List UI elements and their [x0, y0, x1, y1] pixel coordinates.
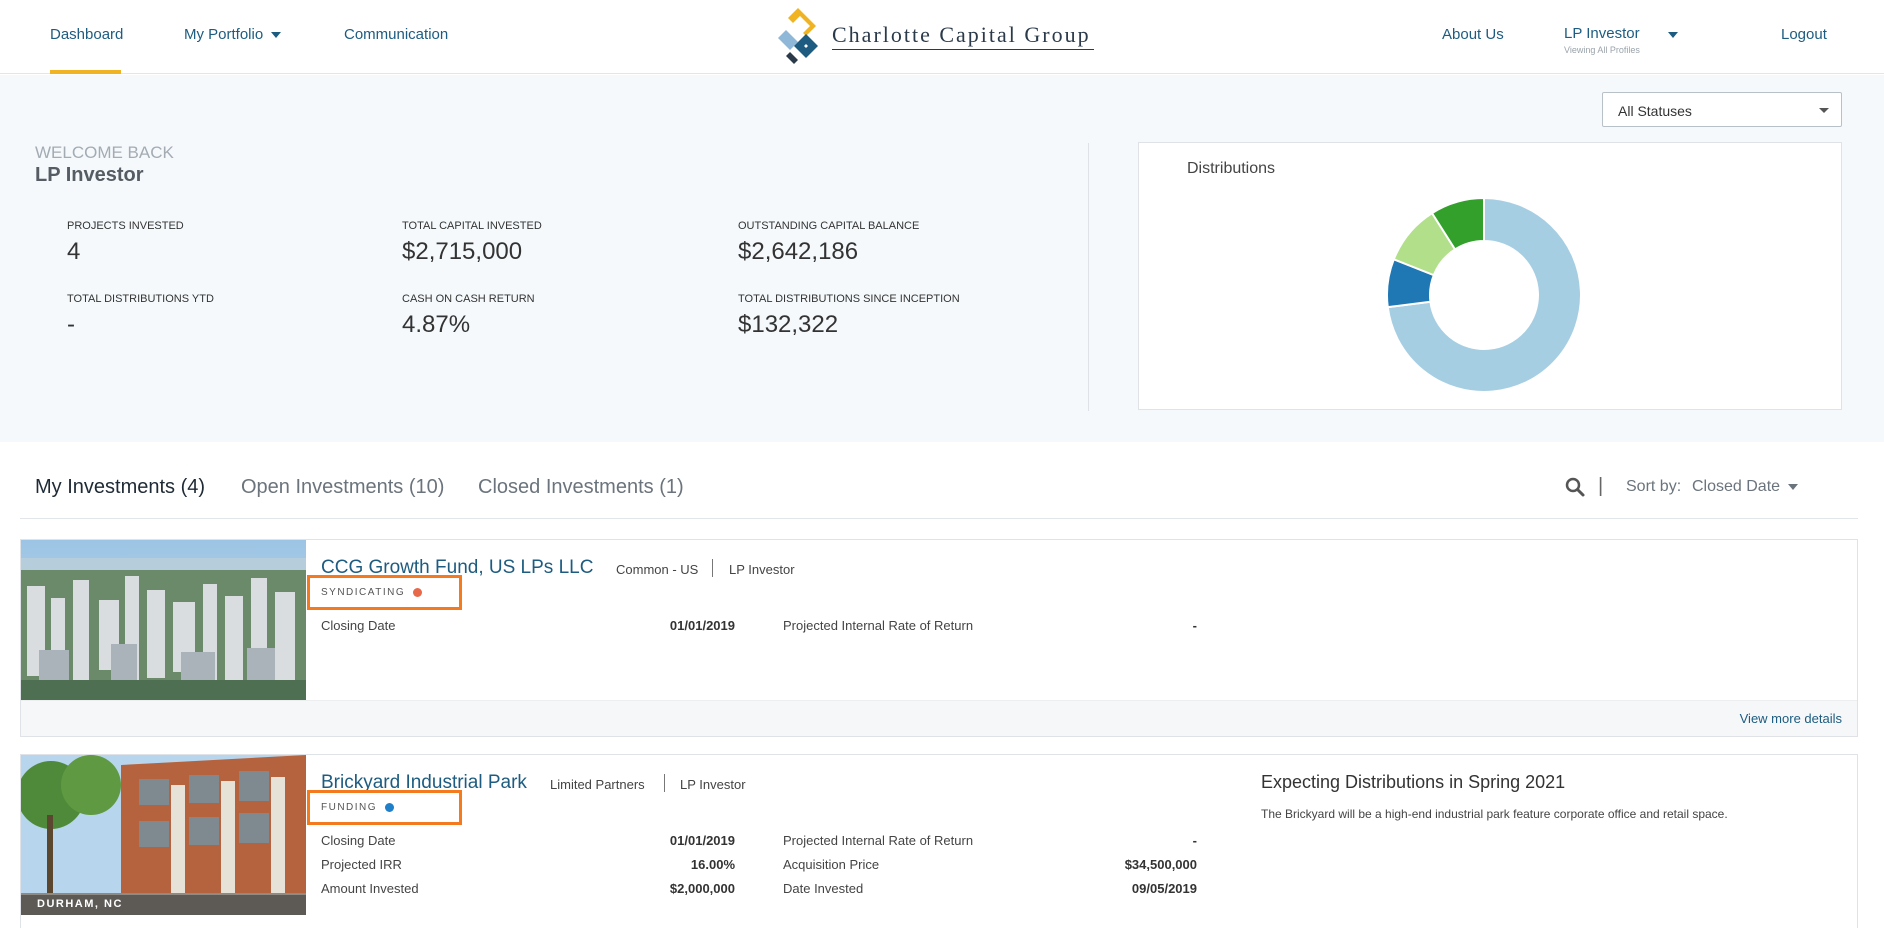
search-icon[interactable]: [1564, 476, 1586, 498]
stat-value: 4.87%: [402, 311, 471, 338]
detail-label: Projected IRR: [321, 857, 402, 872]
stat-label: TOTAL DISTRIBUTIONS YTD: [67, 293, 214, 305]
detail-value: 01/01/2019: [669, 833, 735, 848]
irr-value: -: [1192, 618, 1197, 633]
card-footer: View more details: [21, 700, 1857, 736]
chevron-down-icon: [1819, 108, 1829, 113]
sort-label: Sort by:: [1626, 478, 1682, 495]
tab-my-investments[interactable]: My Investments (4): [35, 476, 205, 499]
stat-label: CASH ON CASH RETURN: [402, 293, 535, 305]
detail-value: $2,000,000: [669, 881, 735, 896]
closing-date-label: Closing Date: [321, 618, 396, 633]
investment-class: Limited Partners: [550, 777, 645, 792]
detail-label: Closing Date: [321, 833, 396, 848]
distributions-donut-chart[interactable]: [1384, 195, 1584, 395]
nav-dashboard[interactable]: Dashboard: [50, 26, 123, 43]
sort-value: Closed Date: [1692, 478, 1781, 495]
stat-total-distributions-since-inception: TOTAL DISTRIBUTIONS SINCE INCEPTION $132…: [738, 293, 960, 339]
nav-communication[interactable]: Communication: [344, 26, 448, 43]
nav-my-portfolio-label: My Portfolio: [184, 26, 264, 43]
top-nav: Dashboard My Portfolio Communication Cha…: [0, 0, 1884, 74]
investment-card: CCG Growth Fund, US LPs LLC Common - US …: [20, 539, 1858, 737]
summary-divider: [1088, 143, 1089, 411]
stat-value: -: [67, 311, 75, 338]
property-location: DURHAM, NC: [37, 898, 123, 910]
user-menu-name[interactable]: LP Investor: [1564, 25, 1640, 42]
investment-role: LP Investor: [729, 562, 795, 577]
detail-label: Amount Invested: [321, 881, 419, 896]
distributions-title: Distributions: [1187, 160, 1276, 177]
stat-label: TOTAL DISTRIBUTIONS SINCE INCEPTION: [738, 293, 960, 305]
investor-name: LP Investor: [35, 164, 144, 186]
irr-label: Projected Internal Rate of Return: [783, 618, 974, 633]
user-menu-subtitle: Viewing All Profiles: [1564, 45, 1640, 55]
status-filter-value: All Statuses: [1618, 103, 1692, 119]
stat-value: 4: [67, 238, 81, 265]
stat-projects-invested: PROJECTS INVESTED 4: [67, 220, 184, 266]
investment-description: The Brickyard will be a high-end industr…: [1261, 807, 1728, 821]
toolbar-separator: |: [1598, 475, 1604, 497]
logo-rule: [832, 49, 1094, 50]
investment-class: Common - US: [616, 562, 699, 577]
stat-label: OUTSTANDING CAPITAL BALANCE: [738, 220, 920, 232]
detail-value: $34,500,000: [1124, 857, 1197, 872]
sort-select[interactable]: Closed Date: [1692, 478, 1799, 496]
nav-logout[interactable]: Logout: [1781, 26, 1827, 43]
detail-value: 09/05/2019: [1131, 881, 1197, 896]
meta-separator: [664, 774, 665, 792]
nav-active-indicator: [50, 70, 121, 74]
logo-wordmark: Charlotte Capital Group: [832, 22, 1091, 47]
status-dot-icon: [413, 587, 423, 597]
status-dot-icon: [385, 802, 395, 812]
meta-separator: [712, 559, 713, 577]
detail-value: -: [1192, 833, 1197, 848]
investment-card: DURHAM, NC Brickyard Industrial Park Lim…: [20, 754, 1858, 928]
company-logo[interactable]: Charlotte Capital Group: [776, 6, 1101, 66]
detail-label: Projected Internal Rate of Return: [783, 833, 974, 848]
stat-total-distributions-ytd: TOTAL DISTRIBUTIONS YTD -: [67, 293, 214, 339]
chevron-down-icon: [271, 32, 282, 39]
status-badge: FUNDING: [321, 802, 395, 813]
detail-label: Acquisition Price: [783, 857, 880, 872]
tab-closed-investments[interactable]: Closed Investments (1): [478, 476, 684, 499]
welcome-greeting: WELCOME BACK: [35, 143, 174, 162]
tab-open-investments[interactable]: Open Investments (10): [241, 476, 444, 499]
logo-diamond-icon: [778, 8, 818, 64]
stat-value: $2,642,186: [738, 238, 859, 265]
status-badge: SYNDICATING: [321, 587, 423, 598]
stat-label: TOTAL CAPITAL INVESTED: [402, 220, 542, 232]
nav-my-portfolio[interactable]: My Portfolio: [184, 26, 282, 43]
status-badge-label: FUNDING: [321, 802, 378, 813]
status-badge-label: SYNDICATING: [321, 587, 406, 598]
investment-role: LP Investor: [680, 777, 746, 792]
investment-tabs: My Investments (4) Open Investments (10)…: [20, 442, 1858, 519]
distribution-expectation-title: Expecting Distributions in Spring 2021: [1261, 772, 1566, 792]
property-photo-townhomes[interactable]: DURHAM, NC: [21, 755, 306, 915]
detail-value: 16.00%: [690, 857, 735, 872]
nav-about-us[interactable]: About Us: [1442, 26, 1504, 43]
closing-date-value: 01/01/2019: [669, 618, 735, 633]
stat-value: $132,322: [738, 311, 839, 338]
stat-cash-on-cash-return: CASH ON CASH RETURN 4.87%: [402, 293, 535, 339]
view-more-details-link[interactable]: View more details: [1740, 711, 1842, 726]
summary-panel: All Statuses WELCOME BACK LP Investor PR…: [0, 75, 1884, 442]
detail-label: Date Invested: [783, 881, 864, 896]
status-filter-select[interactable]: All Statuses: [1602, 92, 1842, 127]
distributions-card: Distributions: [1138, 142, 1842, 410]
stat-total-capital-invested: TOTAL CAPITAL INVESTED $2,715,000: [402, 220, 542, 266]
stat-outstanding-capital-balance: OUTSTANDING CAPITAL BALANCE $2,642,186: [738, 220, 919, 266]
stat-label: PROJECTS INVESTED: [67, 220, 184, 232]
chevron-down-icon: [1788, 483, 1799, 490]
user-menu-chevron-icon[interactable]: [1668, 32, 1678, 38]
stat-value: $2,715,000: [402, 238, 523, 265]
property-photo-city[interactable]: [21, 540, 306, 700]
